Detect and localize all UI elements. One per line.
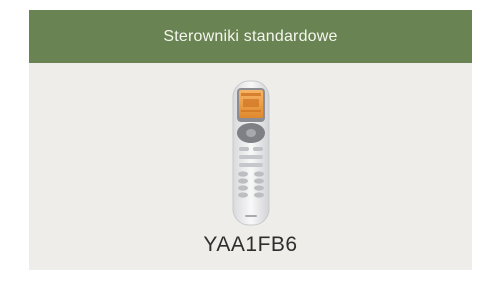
card-header: Sterowniki standardowe	[29, 10, 472, 63]
remote-controller-icon	[232, 80, 269, 226]
model-name[interactable]: YAA1FB6	[29, 233, 472, 257]
card-title: Sterowniki standardowe	[163, 27, 338, 45]
product-card[interactable]: Sterowniki standardowe YAA1FB6	[29, 10, 472, 270]
